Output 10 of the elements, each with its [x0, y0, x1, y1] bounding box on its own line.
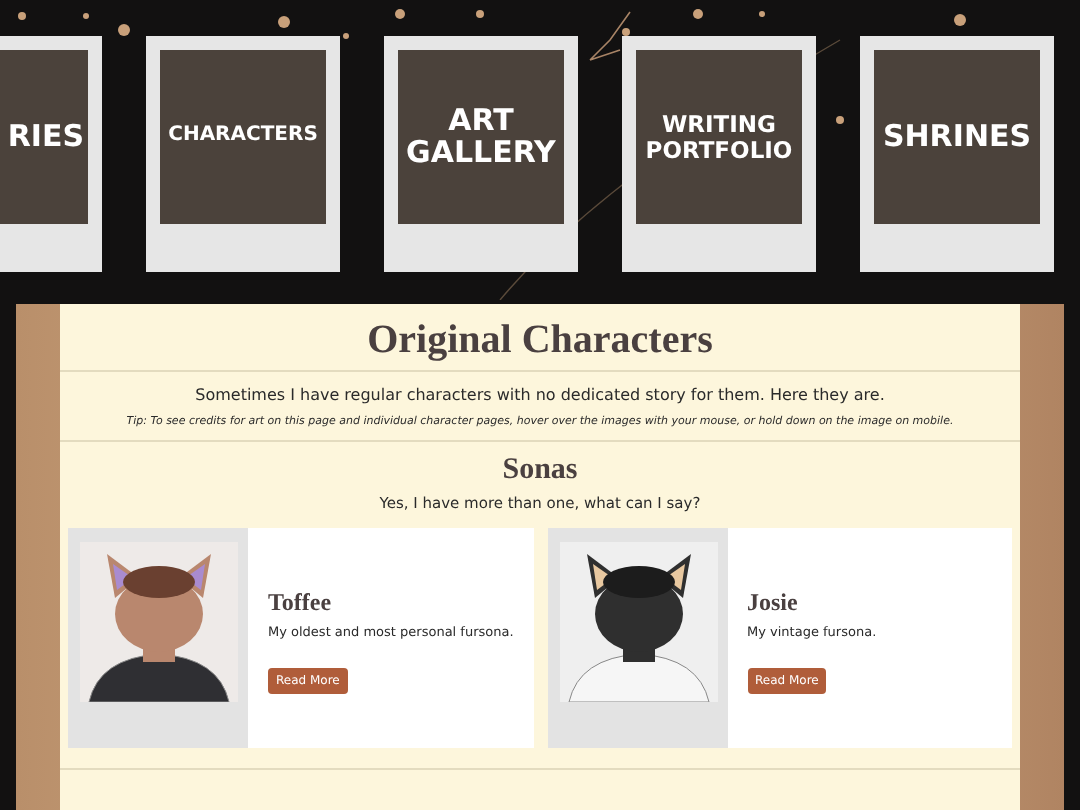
character-name: Josie — [747, 588, 800, 618]
nav-card[interactable]: WRITING PORTFOLIO — [622, 36, 816, 272]
nav-card[interactable]: SHRINES — [860, 36, 1054, 272]
page-title: Original Characters — [365, 316, 715, 366]
intro-text: Sometimes I have regular characters with no dedicated story for them. Here they are. — [193, 386, 887, 404]
nav-card[interactable]: ART GALLERY — [384, 36, 578, 272]
nav-card[interactable]: CHARACTERS — [146, 36, 340, 272]
nav-card[interactable]: RIES — [0, 36, 102, 272]
section-title: Sonas — [500, 454, 580, 488]
character-name: Toffee — [268, 588, 334, 618]
